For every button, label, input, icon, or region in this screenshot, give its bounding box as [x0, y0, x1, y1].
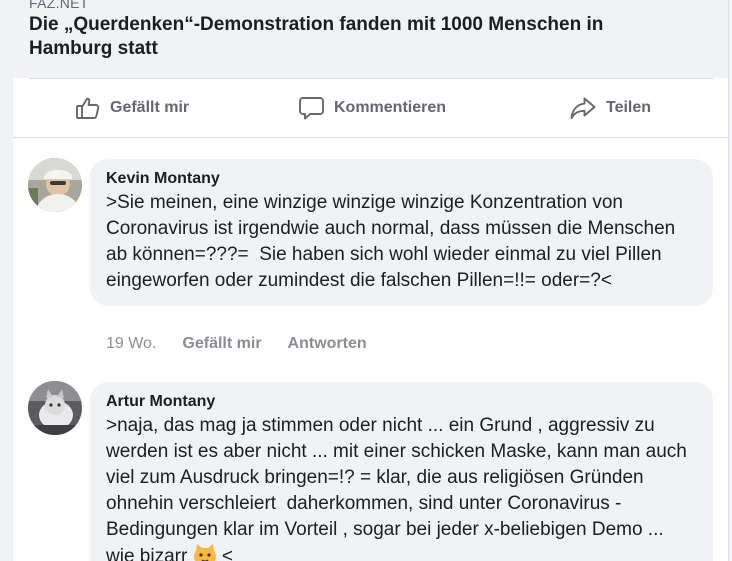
comment-bubble: Kevin Montany >Sie meinen, eine winzige … — [90, 159, 713, 306]
link-title[interactable]: Die „Querdenken“-Demonstration fanden mi… — [29, 13, 679, 61]
thumbs-up-icon — [75, 95, 101, 121]
avatar[interactable] — [28, 381, 82, 435]
comment-icon — [298, 95, 325, 121]
comment-label: Kommentieren — [334, 99, 447, 116]
share-label: Teilen — [606, 99, 652, 116]
avatar[interactable] — [28, 158, 82, 212]
like-label: Gefällt mir — [110, 99, 190, 116]
like-button[interactable]: Gefällt mir — [75, 79, 189, 137]
comment-text-end: < — [216, 546, 233, 561]
post-container: FAZ.NET Die „Querdenken“-Demonstration f… — [13, 0, 729, 561]
share-arrow-icon — [569, 95, 597, 121]
post-action-bar: Gefällt mir Kommentieren Teilen — [13, 79, 729, 137]
share-button[interactable]: Teilen — [569, 79, 651, 137]
comment-text-body: >naja, das mag ja stimmen oder nicht ...… — [106, 415, 693, 561]
comment-bubble: Artur Montany >naja, das mag ja stimmen … — [90, 382, 713, 561]
comment-timestamp[interactable]: 19 Wo. — [106, 335, 156, 353]
comment-button[interactable]: Kommentieren — [298, 79, 446, 137]
link-preview[interactable]: FAZ.NET Die „Querdenken“-Demonstration f… — [13, 0, 729, 78]
comment-author[interactable]: Kevin Montany — [106, 169, 697, 189]
comment-text: >naja, das mag ja stimmen oder nicht ...… — [106, 413, 697, 561]
divider — [13, 137, 729, 138]
comment-like-button[interactable]: Gefällt mir — [182, 335, 261, 353]
comment-author[interactable]: Artur Montany — [106, 392, 697, 412]
comment-reply-button[interactable]: Antworten — [288, 335, 367, 353]
link-source: FAZ.NET — [29, 0, 89, 11]
cat-emoji-icon — [193, 543, 217, 561]
comment-text: >Sie meinen, eine winzige winzige winzig… — [106, 192, 681, 291]
comment-meta: 19 Wo. Gefällt mir Antworten — [106, 335, 393, 353]
